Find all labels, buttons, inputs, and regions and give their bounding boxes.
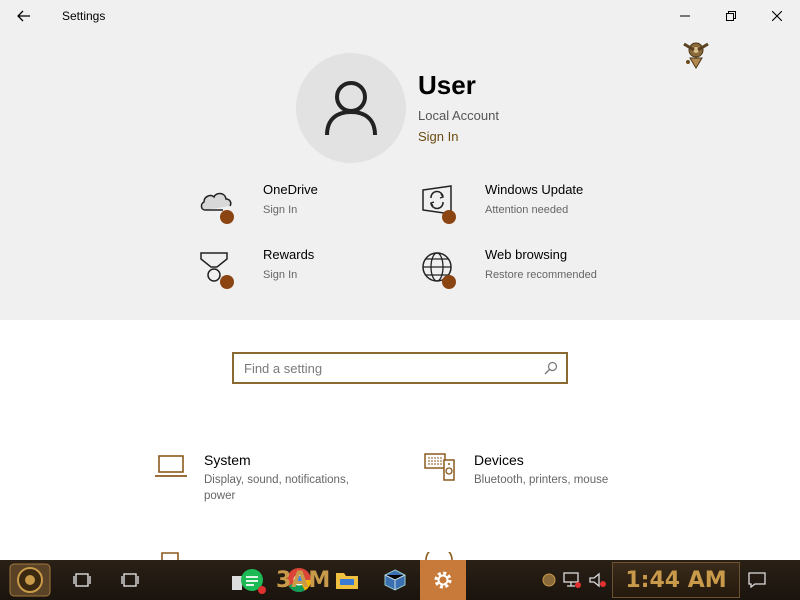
tile-onedrive[interactable]: OneDrive Sign In [199,182,399,238]
notification-icon [748,572,766,588]
tile-title: OneDrive [263,182,318,197]
category-system[interactable]: System Display, sound, notifications, po… [154,452,384,512]
minimize-button[interactable] [662,0,708,32]
account-type: Local Account [418,108,499,123]
rewards-icon [200,252,234,289]
taskbar-clock[interactable]: 1:44 AM [612,562,740,598]
search-box[interactable] [232,352,568,384]
chat-app-icon [232,569,266,594]
partial-globe-icon [425,552,453,560]
title-bar: Settings [0,0,800,32]
close-icon [772,11,782,21]
user-avatar[interactable] [296,53,406,163]
windows-update-icon [422,185,456,224]
steampunk-start-icon [9,563,51,597]
category-title: Devices [474,452,524,468]
task-view-icon [73,573,91,587]
tile-title: Web browsing [485,247,568,262]
user-name: User [418,70,476,100]
taskbar-file-explorer[interactable] [330,560,364,600]
tile-title: Windows Update [485,182,584,197]
start-button[interactable] [0,560,60,600]
gear-ornament-icon [542,573,556,587]
minimize-icon [680,15,690,17]
laptop-icon [155,455,187,477]
settings-gear-icon [434,571,452,589]
taskbar-chat-app[interactable] [225,560,271,600]
window-title: Settings [62,9,106,23]
back-arrow-icon [17,10,30,22]
network-tray-button[interactable] [560,560,584,600]
tile-title: Rewards [263,247,315,262]
folder-icon [336,573,358,589]
tile-subtitle: Sign In [263,269,298,281]
restore-button[interactable] [708,0,754,32]
sign-in-link[interactable]: Sign In [418,129,458,144]
category-title: System [204,452,251,468]
tile-subtitle: Restore recommended [485,269,597,281]
search-input[interactable] [234,354,534,382]
tile-rewards[interactable]: Rewards Sign In [199,247,399,303]
taskbar-settings[interactable] [420,560,466,600]
taskbar-overlay-text: 3AM [276,568,331,593]
close-button[interactable] [754,0,800,32]
tile-windows-update[interactable]: Windows Update Attention needed [421,182,621,238]
network-icon [563,572,581,588]
devices-icon [424,453,455,481]
tile-subtitle: Attention needed [485,204,569,216]
category-subtitle: Bluetooth, printers, mouse [474,474,609,486]
category-subtitle: Display, sound, notifications, power [204,474,349,502]
virtualbox-icon [384,569,406,591]
volume-tray-button[interactable] [586,560,610,600]
steampunk-mascot-icon [683,42,709,69]
restore-icon [726,11,736,21]
back-button[interactable] [10,5,38,27]
onedrive-icon [200,192,234,224]
action-center-button[interactable] [744,560,770,600]
window-switch-icon [121,573,139,587]
category-devices[interactable]: Devices Bluetooth, printers, mouse [424,452,654,512]
person-icon [325,81,377,136]
partial-category-icon [161,552,179,560]
web-browsing-icon [422,252,456,289]
search-icon[interactable] [544,361,558,375]
volume-muted-icon [589,572,606,588]
tile-subtitle: Sign In [263,204,298,216]
tile-web-browsing[interactable]: Web browsing Restore recommended [421,247,621,303]
taskbar-virtualbox[interactable] [378,560,412,600]
taskbar-window-button[interactable] [110,560,150,600]
task-view-button[interactable] [62,560,102,600]
